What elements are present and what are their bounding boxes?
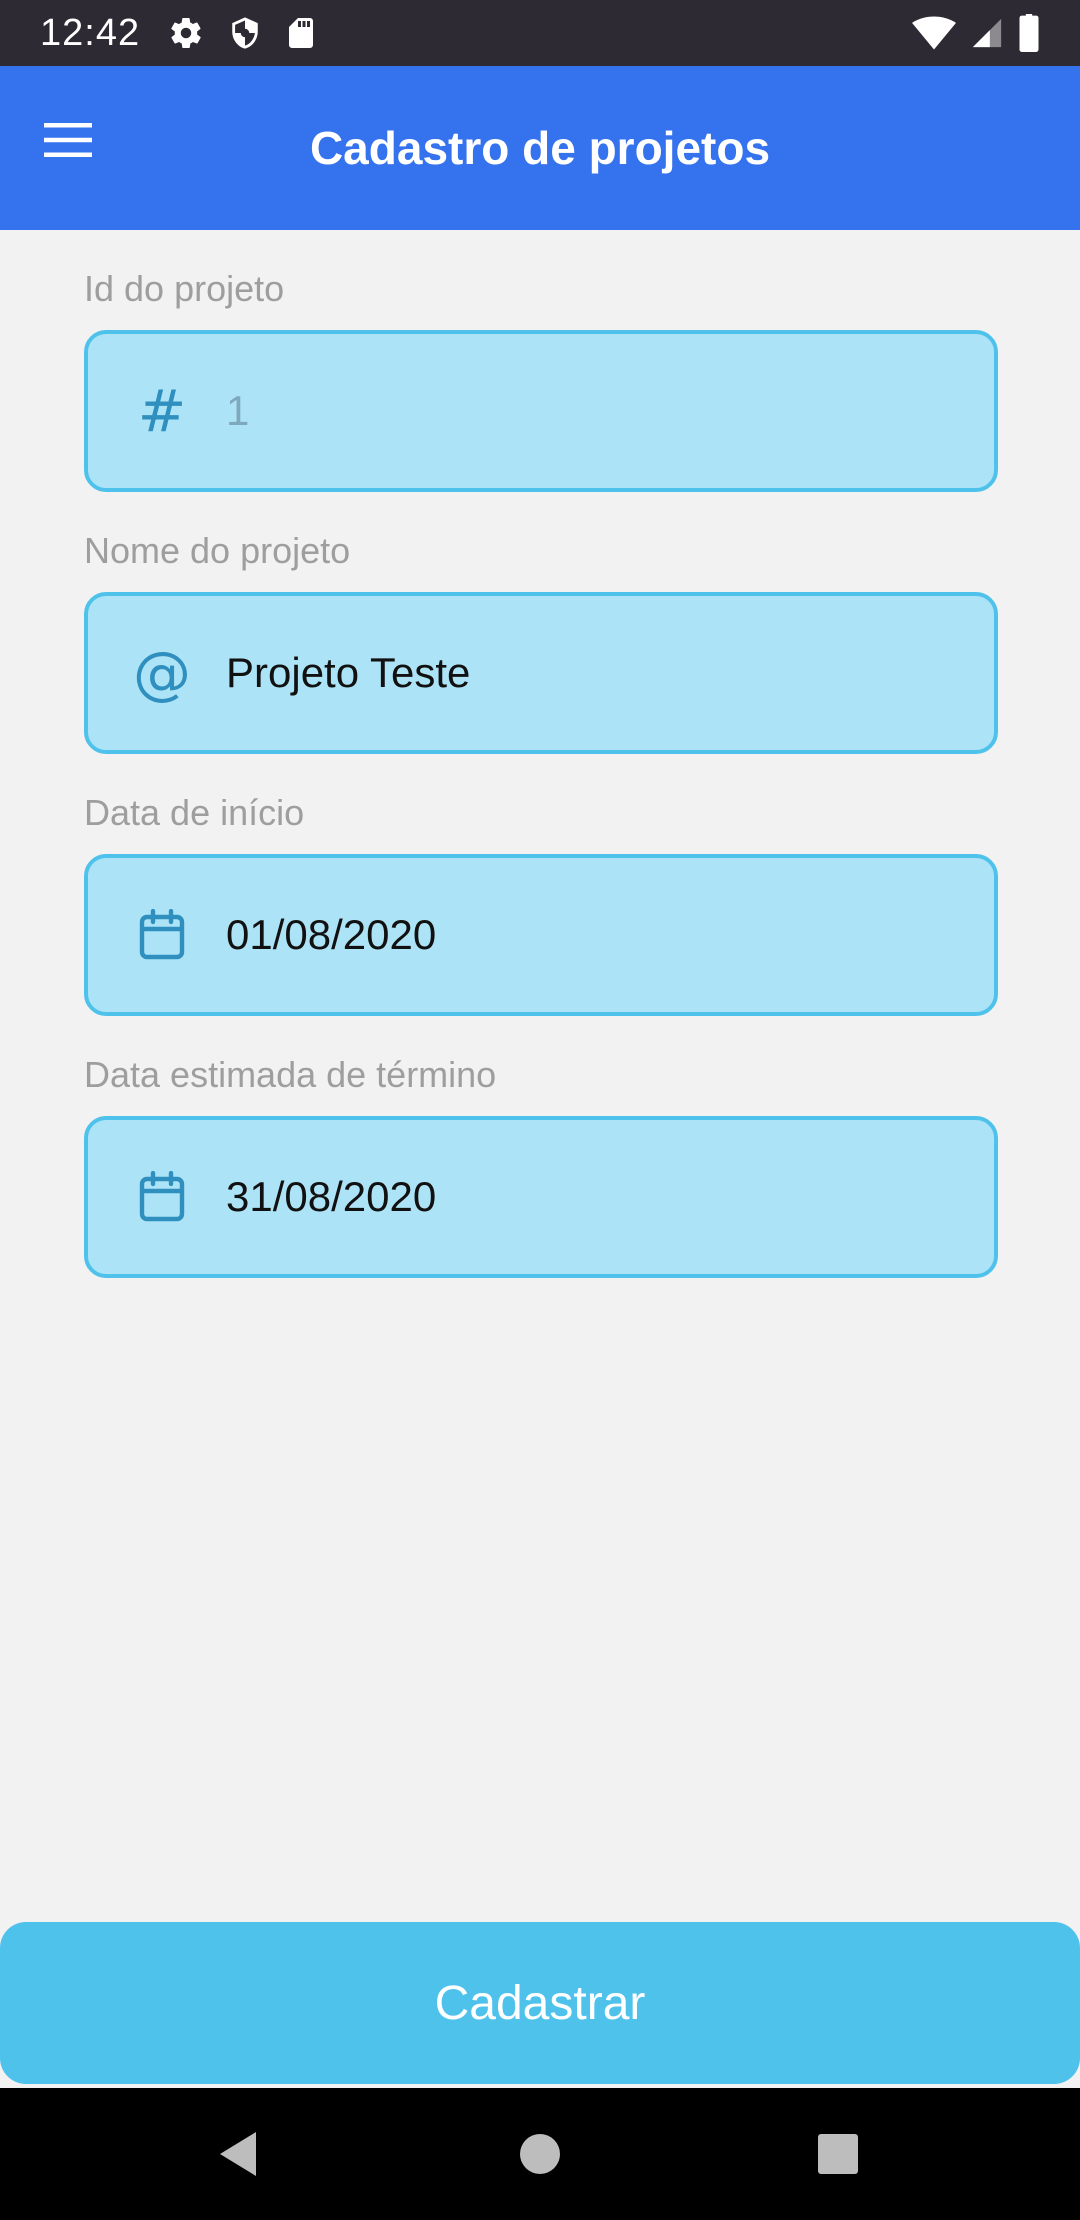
project-id-input[interactable] — [226, 334, 994, 488]
project-id-field[interactable]: # — [84, 330, 998, 492]
signal-icon — [970, 16, 1004, 50]
project-form: Id do projeto # Nome do projeto @ Data d… — [84, 230, 998, 1278]
sd-card-icon — [286, 15, 316, 51]
end-date-label: Data estimada de término — [84, 1054, 497, 1095]
hash-icon: # — [137, 377, 187, 445]
end-date-field[interactable] — [84, 1116, 998, 1278]
wifi-icon — [912, 16, 956, 50]
app-bar: Cadastro de projetos — [0, 66, 1080, 230]
start-date-field[interactable] — [84, 854, 998, 1016]
start-date-input[interactable] — [226, 858, 994, 1012]
recents-icon[interactable] — [772, 2088, 904, 2220]
submit-button[interactable]: Cadastrar — [0, 1922, 1080, 2084]
project-id-label: Id do projeto — [84, 268, 285, 309]
at-sign-icon: @ — [133, 639, 191, 707]
battery-icon — [1018, 14, 1040, 52]
status-left-icons — [168, 15, 316, 51]
gear-icon — [168, 15, 204, 51]
status-time: 12:42 — [40, 11, 141, 54]
shield-icon — [228, 15, 262, 51]
calendar-icon — [134, 1169, 190, 1225]
start-date-label: Data de início — [84, 792, 305, 833]
end-date-input[interactable] — [226, 1120, 994, 1274]
page-title: Cadastro de projetos — [309, 122, 771, 174]
status-right-icons — [912, 14, 1040, 52]
system-nav-bar — [0, 2088, 1080, 2220]
back-icon[interactable] — [172, 2088, 304, 2220]
project-name-input[interactable] — [226, 596, 994, 750]
project-name-field[interactable]: @ — [84, 592, 998, 754]
status-bar: 12:42 — [0, 0, 1080, 66]
project-name-label: Nome do projeto — [84, 530, 351, 571]
calendar-icon — [134, 907, 190, 963]
home-icon[interactable] — [474, 2088, 606, 2220]
